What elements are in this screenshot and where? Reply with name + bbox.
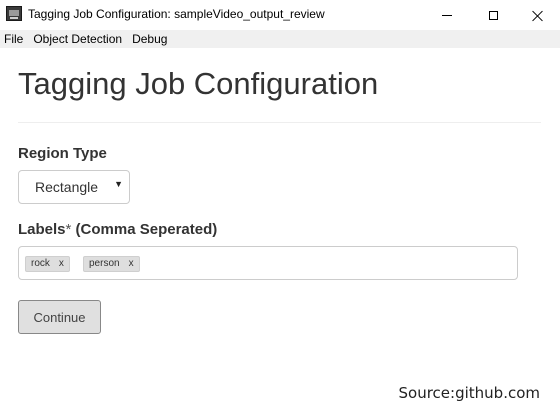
chevron-down-icon: ▼	[114, 179, 123, 189]
labels-field-label: Labels* (Comma Seperated)	[18, 221, 217, 238]
tag-label: rock	[31, 258, 50, 269]
tag-label: person	[89, 258, 120, 269]
close-button[interactable]	[514, 0, 560, 30]
app-window: Tagging Job Configuration: sampleVideo_o…	[0, 0, 560, 420]
minimize-button[interactable]	[424, 0, 470, 30]
page-title: Tagging Job Configuration	[18, 66, 379, 101]
divider	[18, 122, 541, 123]
title-bar[interactable]: Tagging Job Configuration: sampleVideo_o…	[0, 0, 560, 30]
menu-file[interactable]: File	[0, 30, 28, 48]
tag-rock: rock x	[25, 256, 70, 272]
tag-person: person x	[83, 256, 140, 272]
tag-remove-button[interactable]: x	[59, 257, 64, 271]
tag-remove-button[interactable]: x	[129, 257, 134, 271]
labels-label-main: Labels	[18, 221, 66, 238]
maximize-icon	[488, 10, 498, 20]
source-credit: Source:github.com	[398, 384, 540, 402]
menu-object-detection[interactable]: Object Detection	[28, 30, 127, 48]
minimize-icon	[442, 14, 452, 16]
labels-label-suffix: (Comma Seperated)	[71, 221, 218, 238]
maximize-button[interactable]	[470, 0, 516, 30]
menu-bar: File Object Detection Debug	[0, 30, 560, 48]
labels-tags-input[interactable]: rock x person x	[18, 246, 518, 280]
menu-debug[interactable]: Debug	[127, 30, 172, 48]
app-icon[interactable]	[6, 6, 22, 21]
window-title: Tagging Job Configuration: sampleVideo_o…	[28, 7, 325, 21]
region-type-selected-value: Rectangle	[35, 179, 99, 195]
close-icon	[532, 10, 543, 21]
region-type-select[interactable]: Rectangle ▼	[18, 170, 130, 204]
region-type-label: Region Type	[18, 145, 107, 162]
continue-button[interactable]: Continue	[18, 300, 101, 334]
